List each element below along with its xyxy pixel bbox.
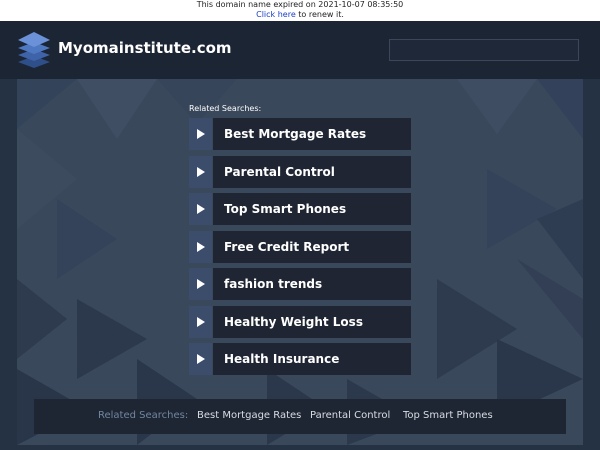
arrow-right-icon: [189, 268, 212, 300]
related-link[interactable]: fashion trends: [189, 268, 411, 300]
search-input[interactable]: [389, 39, 579, 61]
related-link-label[interactable]: Top Smart Phones: [213, 193, 411, 225]
footer-link[interactable]: Parental Control: [310, 410, 390, 421]
site-title: Myomainstitute.com: [58, 39, 232, 57]
related-link[interactable]: Best Mortgage Rates: [189, 118, 411, 150]
footer-related-bar: Related Searches: Best Mortgage Rates Pa…: [34, 399, 566, 434]
site-header: Myomainstitute.com: [0, 21, 600, 79]
footer-link[interactable]: Top Smart Phones: [403, 410, 493, 421]
arrow-right-icon: [189, 155, 212, 188]
related-link-label[interactable]: fashion trends: [213, 268, 411, 300]
related-link-label[interactable]: Free Credit Report: [213, 230, 411, 263]
related-link[interactable]: Parental Control: [189, 155, 411, 188]
arrow-right-icon: [189, 193, 212, 225]
related-link-label[interactable]: Parental Control: [213, 155, 411, 188]
stacked-layers-icon: [18, 32, 50, 68]
related-link[interactable]: Health Insurance: [189, 343, 411, 375]
related-link[interactable]: Free Credit Report: [189, 230, 411, 263]
related-link-label[interactable]: Healthy Weight Loss: [213, 305, 411, 338]
related-link[interactable]: Healthy Weight Loss: [189, 305, 411, 338]
arrow-right-icon: [189, 230, 212, 263]
related-searches-title: Related Searches:: [189, 104, 262, 113]
arrow-right-icon: [189, 305, 212, 338]
related-links-list: Best Mortgage Rates Parental Control Top…: [189, 118, 411, 381]
expiry-notice-text: This domain name expired on 2021-10-07 0…: [196, 0, 404, 9]
renew-line: Click here to renew it.: [0, 10, 600, 20]
arrow-right-icon: [189, 118, 212, 150]
related-link-label[interactable]: Health Insurance: [213, 343, 411, 375]
related-link[interactable]: Top Smart Phones: [189, 193, 411, 225]
expiry-notice-bar: This domain name expired on 2021-10-07 0…: [0, 0, 600, 21]
footer-link[interactable]: Best Mortgage Rates: [197, 410, 301, 421]
related-link-label[interactable]: Best Mortgage Rates: [213, 118, 411, 150]
renew-link[interactable]: Click here: [256, 10, 296, 19]
footer-related-label: Related Searches:: [98, 410, 189, 421]
renew-text: to renew it.: [295, 10, 344, 19]
arrow-right-icon: [189, 343, 212, 375]
